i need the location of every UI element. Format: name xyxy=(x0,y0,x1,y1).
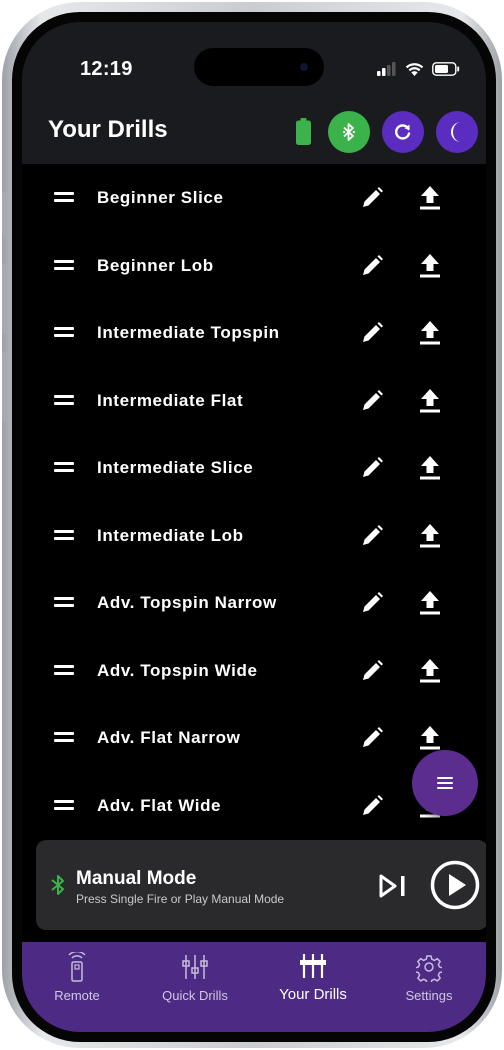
upload-icon[interactable] xyxy=(418,455,442,481)
phone-frame: 12:19 Your Drills Beginner Slice Beginne… xyxy=(2,2,502,1048)
drill-name: Adv. Topspin Narrow xyxy=(97,593,277,612)
status-icons xyxy=(377,62,460,76)
pencil-icon[interactable] xyxy=(360,591,384,615)
theme-toggle-button[interactable] xyxy=(436,111,478,153)
pencil-icon[interactable] xyxy=(360,186,384,210)
drill-row[interactable]: Intermediate Slice xyxy=(22,434,486,502)
pencil-icon[interactable] xyxy=(360,389,384,413)
sliders-icon xyxy=(182,955,208,979)
app-screen: 12:19 Your Drills Beginner Slice Beginne… xyxy=(22,22,486,1032)
drill-row[interactable]: Adv. Topspin Wide xyxy=(22,637,486,705)
pencil-icon[interactable] xyxy=(360,726,384,750)
drag-handle-icon[interactable] xyxy=(54,259,74,272)
drag-handle-icon[interactable] xyxy=(54,529,74,542)
drill-name: Intermediate Flat xyxy=(97,390,244,410)
drill-row[interactable]: Beginner Slice xyxy=(22,164,486,232)
drill-name: Adv. Flat Narrow xyxy=(97,728,241,747)
status-bar: 12:19 xyxy=(22,22,486,102)
wifi-icon xyxy=(405,63,424,76)
tab-your-drills[interactable]: Your Drills xyxy=(258,952,368,1003)
drill-name: Adv. Flat Wide xyxy=(97,795,222,815)
drill-row[interactable]: Adv. Flat Narrow xyxy=(22,704,486,772)
tab-remote[interactable]: Remote xyxy=(22,952,132,1003)
bottom-tab-bar: Remote Quick Drills Your Drills Settings xyxy=(22,942,486,1032)
remote-icon xyxy=(68,952,86,982)
refresh-button[interactable] xyxy=(382,111,424,153)
drag-handle-icon[interactable] xyxy=(54,597,74,609)
pencil-icon[interactable] xyxy=(360,254,384,278)
upload-icon[interactable] xyxy=(418,388,442,414)
volume-down-button xyxy=(2,352,7,422)
menu-fab-button[interactable] xyxy=(412,750,478,816)
tab-quick-drills-label: Quick Drills xyxy=(162,988,228,1003)
upload-icon[interactable] xyxy=(418,185,442,211)
camera-icon xyxy=(300,63,308,71)
drag-handle-icon[interactable] xyxy=(54,394,74,407)
drag-handle-icon[interactable] xyxy=(54,327,74,339)
drill-name: Beginner Lob xyxy=(97,255,214,275)
pencil-icon[interactable] xyxy=(360,794,384,818)
volume-up-button xyxy=(2,264,7,334)
upload-icon[interactable] xyxy=(418,320,442,346)
drill-name: Intermediate Slice xyxy=(97,458,254,477)
drill-list: Beginner Slice Beginner Lob Intermediate T… xyxy=(22,164,486,839)
upload-icon[interactable] xyxy=(418,523,442,549)
drag-handle-icon[interactable] xyxy=(54,192,74,204)
upload-icon[interactable] xyxy=(418,725,442,751)
play-button[interactable] xyxy=(430,860,480,910)
gear-icon xyxy=(416,955,442,982)
pencil-icon[interactable] xyxy=(360,456,384,480)
upload-icon[interactable] xyxy=(418,253,442,279)
upload-icon[interactable] xyxy=(418,658,442,684)
page-title: Your Drills xyxy=(48,116,168,143)
tab-quick-drills[interactable]: Quick Drills xyxy=(140,952,250,1003)
drill-name: Intermediate Lob xyxy=(97,525,244,545)
drill-row[interactable]: Adv. Topspin Narrow xyxy=(22,569,486,637)
drill-name: Intermediate Topspin xyxy=(97,323,280,342)
battery-status-icon xyxy=(432,62,460,76)
drag-handle-icon[interactable] xyxy=(54,732,74,744)
pencil-icon[interactable] xyxy=(360,659,384,683)
drill-row[interactable]: Intermediate Lob xyxy=(22,502,486,570)
drill-row[interactable]: Intermediate Topspin xyxy=(22,299,486,367)
tab-settings[interactable]: Settings xyxy=(374,952,484,1003)
bluetooth-icon xyxy=(51,875,64,895)
drag-handle-icon[interactable] xyxy=(54,462,74,474)
drag-handle-icon[interactable] xyxy=(54,799,74,812)
manual-mode-subtitle: Press Single Fire or Play Manual Mode xyxy=(76,892,285,906)
pencil-icon[interactable] xyxy=(360,524,384,548)
drill-name: Beginner Slice xyxy=(97,188,224,207)
menu-icon xyxy=(437,774,453,792)
refresh-icon xyxy=(395,124,411,140)
device-battery-icon xyxy=(296,118,311,145)
app-header: Your Drills xyxy=(22,102,486,164)
action-button xyxy=(2,192,7,236)
manual-mode-card[interactable]: Manual Mode Press Single Fire or Play Ma… xyxy=(36,840,486,930)
status-time: 12:19 xyxy=(80,58,133,80)
bluetooth-icon xyxy=(343,123,355,141)
drill-row[interactable]: Beginner Lob xyxy=(22,232,486,300)
moon-icon xyxy=(451,122,461,142)
drill-name: Adv. Topspin Wide xyxy=(97,660,258,680)
bluetooth-button[interactable] xyxy=(328,111,370,153)
tab-remote-label: Remote xyxy=(54,988,100,1003)
phone-bezel: 12:19 Your Drills Beginner Slice Beginne… xyxy=(12,12,496,1042)
upload-icon[interactable] xyxy=(418,590,442,616)
tab-your-drills-label: Your Drills xyxy=(279,986,347,1003)
sliders-filled-icon xyxy=(300,954,326,978)
tab-settings-label: Settings xyxy=(405,988,453,1003)
dynamic-island xyxy=(194,48,324,86)
drag-handle-icon[interactable] xyxy=(54,664,74,677)
cellular-signal-icon xyxy=(377,62,396,76)
pencil-icon[interactable] xyxy=(360,321,384,345)
manual-mode-title: Manual Mode xyxy=(76,868,197,889)
single-fire-button[interactable] xyxy=(378,873,408,899)
drill-row[interactable]: Intermediate Flat xyxy=(22,367,486,435)
